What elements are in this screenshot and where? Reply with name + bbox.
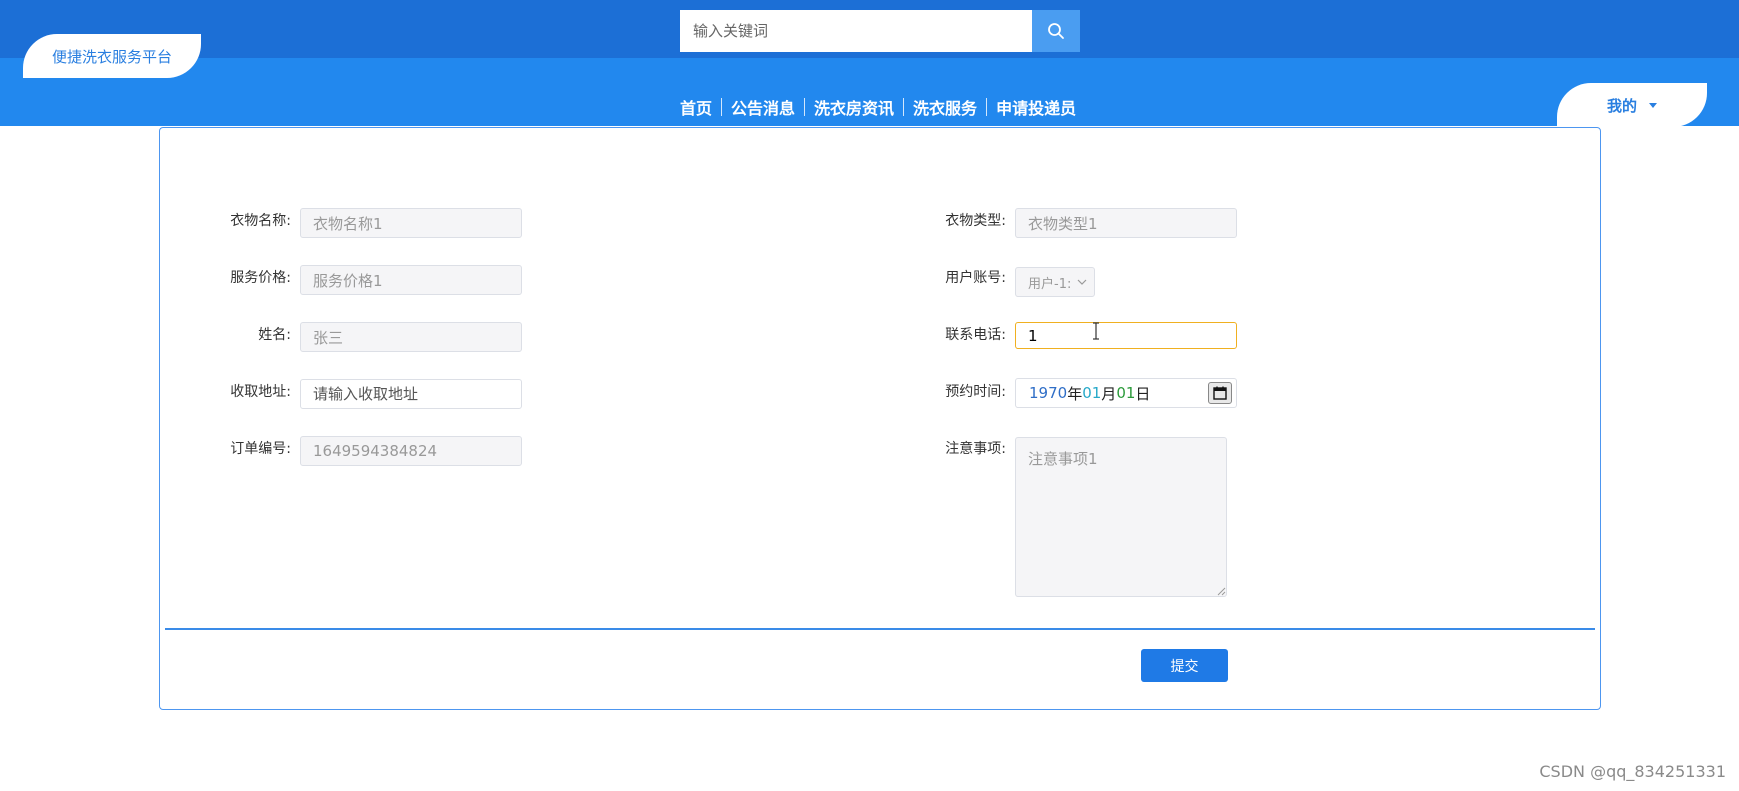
- nav-divider: [721, 98, 723, 116]
- submit-button[interactable]: 提交: [1141, 649, 1228, 682]
- nav-divider: [804, 98, 806, 116]
- order-form-card: 衣物名称: 服务价格: 姓名: 收取地址: 订单编号: 衣物类型: 用户账号: …: [159, 127, 1601, 710]
- date-year[interactable]: 1970: [1029, 384, 1067, 402]
- label-appointment-time: 预约时间:: [945, 384, 1006, 400]
- label-clothing-name: 衣物名称:: [230, 213, 291, 229]
- user-account-value: 用户-1:: [1028, 276, 1072, 292]
- resize-grip-icon[interactable]: [1217, 587, 1226, 596]
- name-field[interactable]: [300, 322, 522, 352]
- brand-title: 便捷洗衣服务平台: [51, 47, 172, 66]
- label-service-price: 服务价格:: [230, 270, 291, 286]
- pickup-address-input[interactable]: [300, 379, 522, 409]
- label-user-account: 用户账号:: [945, 270, 1006, 286]
- nav-divider: [903, 98, 905, 116]
- watermark: CSDN @qq_834251331: [1539, 762, 1726, 781]
- user-account-select[interactable]: 用户-1:: [1015, 267, 1095, 297]
- date-day[interactable]: 01: [1116, 384, 1135, 402]
- search-input[interactable]: [680, 10, 1032, 52]
- label-pickup-address: 收取地址:: [230, 384, 291, 400]
- nav-laundry-service[interactable]: 洗衣服务: [909, 95, 981, 119]
- date-day-unit: 日: [1135, 384, 1151, 403]
- appointment-date-picker[interactable]: 1970 年 01 月 01 日: [1015, 378, 1237, 408]
- date-year-unit: 年: [1067, 384, 1083, 403]
- chevron-down-icon: [1077, 279, 1087, 285]
- form-divider: [165, 628, 1595, 630]
- service-price-field[interactable]: [300, 265, 522, 295]
- clothing-type-field[interactable]: [1015, 208, 1237, 238]
- search-bar: [680, 10, 1080, 52]
- main-nav: 首页 公告消息 洗衣房资讯 洗衣服务 申请投递员: [676, 94, 1080, 120]
- clothing-name-field[interactable]: [300, 208, 522, 238]
- search-icon: [1048, 23, 1064, 39]
- date-month[interactable]: 01: [1082, 384, 1101, 402]
- order-number-field[interactable]: [300, 436, 522, 466]
- nav-apply-courier[interactable]: 申请投递员: [992, 95, 1080, 119]
- caret-down-icon: [1649, 102, 1657, 108]
- calendar-button[interactable]: [1208, 382, 1232, 404]
- text-cursor-icon: [1093, 322, 1099, 340]
- label-order-number: 订单编号:: [230, 441, 291, 457]
- nav-announcements[interactable]: 公告消息: [727, 95, 799, 119]
- date-month-unit: 月: [1101, 384, 1117, 403]
- nav-divider: [986, 98, 988, 116]
- calendar-icon: [1213, 386, 1227, 400]
- phone-input[interactable]: [1015, 322, 1237, 349]
- label-clothing-type: 衣物类型:: [945, 213, 1006, 229]
- user-menu-label: 我的: [1606, 96, 1637, 115]
- notes-textarea[interactable]: 注意事项1: [1015, 437, 1227, 597]
- label-name: 姓名:: [258, 327, 291, 343]
- search-button[interactable]: [1032, 10, 1080, 52]
- brand-logo[interactable]: 便捷洗衣服务平台: [23, 34, 201, 78]
- user-menu-button[interactable]: 我的: [1557, 83, 1707, 127]
- nav-laundry-news[interactable]: 洗衣房资讯: [810, 95, 898, 119]
- label-phone: 联系电话:: [945, 327, 1006, 343]
- label-notes: 注意事项:: [945, 441, 1006, 457]
- nav-home[interactable]: 首页: [676, 95, 716, 119]
